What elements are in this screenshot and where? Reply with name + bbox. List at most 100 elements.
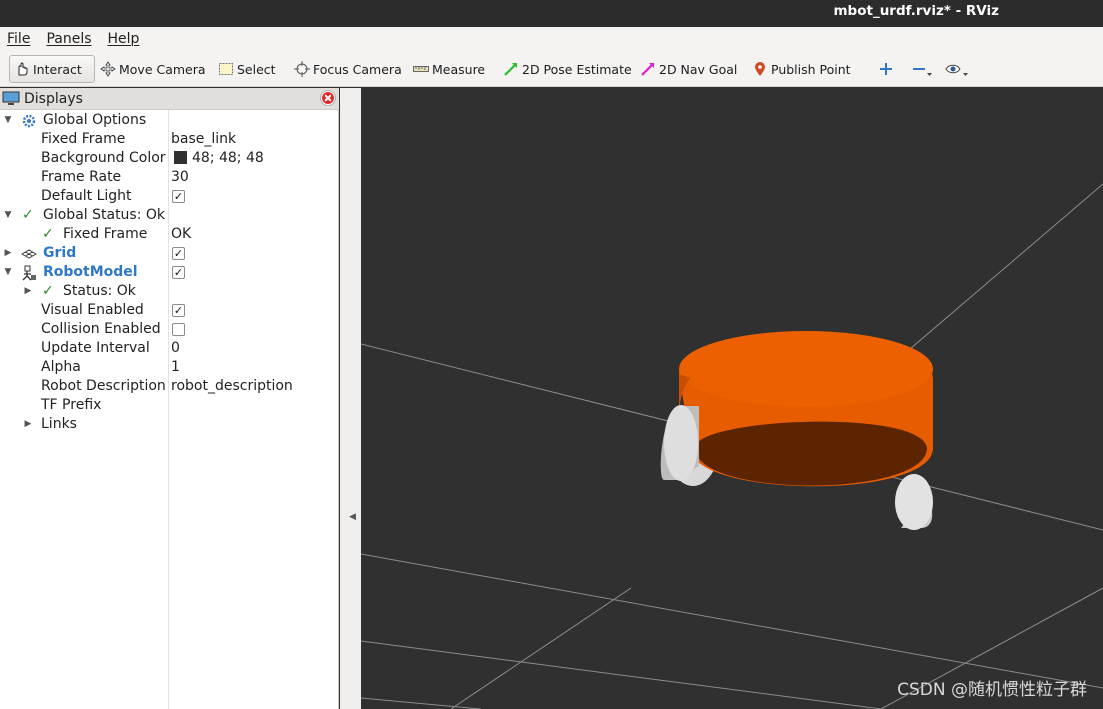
collision-enabled-label: Collision Enabled bbox=[41, 321, 161, 337]
frame-rate-value[interactable]: 30 bbox=[171, 168, 189, 187]
expand-arrow-icon[interactable]: ▼ bbox=[3, 111, 13, 130]
displays-title: Displays bbox=[24, 90, 83, 107]
alpha-row[interactable]: Alpha 1 bbox=[0, 358, 339, 377]
tf-prefix-label: TF Prefix bbox=[41, 397, 102, 413]
collision-enabled-row[interactable]: Collision Enabled bbox=[0, 320, 339, 339]
grid-display-row[interactable]: ▶ Grid ✓ bbox=[0, 244, 339, 263]
gear-icon bbox=[22, 114, 36, 128]
crosshair-icon bbox=[294, 61, 310, 77]
fixed-frame-row[interactable]: Fixed Frame base_link bbox=[0, 130, 339, 149]
collision-enabled-checkbox[interactable] bbox=[172, 323, 185, 336]
status-fixed-frame-label: Fixed Frame bbox=[63, 226, 148, 242]
robot-description-row[interactable]: Robot Description robot_description bbox=[0, 377, 339, 396]
global-status-row[interactable]: ▼ ✓ Global Status: Ok bbox=[0, 206, 339, 225]
alpha-value[interactable]: 1 bbox=[171, 358, 180, 377]
collapse-arrow-icon[interactable]: ◀ bbox=[349, 512, 356, 522]
robot-front-wheel bbox=[660, 405, 699, 481]
focus-camera-tool-button[interactable]: Focus Camera bbox=[290, 55, 406, 83]
menu-file[interactable]: File bbox=[7, 31, 30, 47]
eye-icon bbox=[945, 64, 968, 76]
background-color-row[interactable]: Background Color 48; 48; 48 bbox=[0, 149, 339, 168]
robot-model-label: RobotModel bbox=[43, 264, 138, 280]
select-tool-button[interactable]: Select bbox=[214, 55, 280, 83]
window-titlebar: mbot_urdf.rviz* - RViz bbox=[0, 0, 1103, 27]
green-arrow-icon bbox=[504, 63, 517, 76]
update-interval-label: Update Interval bbox=[41, 340, 150, 356]
robot-icon bbox=[22, 265, 36, 281]
status-fixed-frame-value: OK bbox=[171, 226, 192, 242]
displays-panel-header: Displays bbox=[0, 88, 339, 110]
collapsed-arrow-icon[interactable]: ▶ bbox=[23, 282, 33, 301]
default-light-label: Default Light bbox=[41, 188, 132, 204]
remove-tool-button[interactable] bbox=[907, 55, 937, 83]
global-options-row[interactable]: ▼ Global Options bbox=[0, 111, 339, 130]
global-status-label: Global Status: Ok bbox=[43, 207, 166, 223]
robot-description-value[interactable]: robot_description bbox=[171, 377, 293, 396]
links-label: Links bbox=[41, 416, 77, 432]
background-color-text: 48; 48; 48 bbox=[192, 150, 264, 166]
background-color-label: Background Color bbox=[41, 150, 166, 166]
hand-cursor-icon bbox=[18, 62, 28, 76]
global-options-label: Global Options bbox=[43, 112, 147, 128]
add-tool-button[interactable] bbox=[874, 55, 898, 83]
frame-rate-row[interactable]: Frame Rate 30 bbox=[0, 168, 339, 187]
ok-check-icon: ✓ bbox=[42, 283, 54, 299]
plus-icon bbox=[880, 63, 892, 75]
expand-arrow-icon[interactable]: ▼ bbox=[3, 263, 13, 282]
move-camera-tool-button[interactable]: Move Camera bbox=[96, 55, 210, 83]
publish-point-tool-button[interactable]: Publish Point bbox=[748, 55, 855, 83]
collapsed-arrow-icon[interactable]: ▶ bbox=[23, 415, 33, 434]
ok-check-icon: ✓ bbox=[42, 226, 54, 242]
panel-splitter[interactable]: ◀ bbox=[340, 88, 361, 709]
background-color-value[interactable]: 48; 48; 48 bbox=[174, 149, 264, 168]
interact-tool-button[interactable]: Interact bbox=[9, 55, 95, 83]
visual-enabled-label: Visual Enabled bbox=[41, 302, 144, 318]
links-row[interactable]: ▶ Links bbox=[0, 415, 339, 434]
color-swatch bbox=[174, 151, 187, 164]
view-options-button[interactable] bbox=[941, 55, 973, 83]
watermark-text: CSDN @随机惯性粒子群 bbox=[897, 680, 1087, 700]
update-interval-row[interactable]: Update Interval 0 bbox=[0, 339, 339, 358]
visual-enabled-row[interactable]: Visual Enabled ✓ bbox=[0, 301, 339, 320]
menu-bar: File Panels Help bbox=[0, 27, 1103, 51]
grid-label: Grid bbox=[43, 245, 77, 261]
collapsed-arrow-icon[interactable]: ▶ bbox=[3, 244, 13, 263]
measure-tool-button[interactable]: Measure bbox=[409, 55, 489, 83]
menu-panels[interactable]: Panels bbox=[46, 31, 91, 47]
fixed-frame-label: Fixed Frame bbox=[41, 131, 126, 147]
grid-checkbox[interactable]: ✓ bbox=[172, 247, 185, 260]
robot-base bbox=[679, 331, 933, 487]
status-fixed-frame-row[interactable]: ✓ Fixed Frame OK bbox=[0, 225, 339, 244]
expand-arrow-icon[interactable]: ▼ bbox=[3, 206, 13, 225]
update-interval-value[interactable]: 0 bbox=[171, 339, 180, 358]
nav-goal-tool-button[interactable]: 2D Nav Goal bbox=[636, 55, 741, 83]
ok-check-icon: ✓ bbox=[22, 207, 34, 223]
render-viewport[interactable]: CSDN @随机惯性粒子群 bbox=[361, 88, 1103, 709]
displays-panel: Displays ▼ Global Options Fixed Frame ba… bbox=[0, 88, 339, 709]
close-panel-icon[interactable] bbox=[321, 91, 335, 105]
robot-model-checkbox[interactable]: ✓ bbox=[172, 266, 185, 279]
fixed-frame-value[interactable]: base_link bbox=[171, 130, 236, 149]
ruler-icon bbox=[413, 66, 429, 72]
magenta-arrow-icon bbox=[641, 63, 654, 76]
tf-prefix-row[interactable]: TF Prefix bbox=[0, 396, 339, 415]
minus-icon bbox=[913, 68, 932, 76]
pose-estimate-tool-button[interactable]: 2D Pose Estimate bbox=[499, 55, 636, 83]
robot-description-label: Robot Description bbox=[41, 378, 166, 394]
robot-status-label: Status: Ok bbox=[63, 283, 136, 299]
selection-rectangle-icon bbox=[219, 63, 233, 75]
frame-rate-label: Frame Rate bbox=[41, 169, 122, 185]
tool-bar: Interact Move Camera Select Focus Camera… bbox=[0, 51, 1103, 87]
visual-enabled-checkbox[interactable]: ✓ bbox=[172, 304, 185, 317]
robot-status-row[interactable]: ▶ ✓ Status: Ok bbox=[0, 282, 339, 301]
menu-help[interactable]: Help bbox=[108, 31, 140, 47]
robot-model-row[interactable]: ▼ RobotModel ✓ bbox=[0, 263, 339, 282]
measure-label: Measure bbox=[432, 61, 486, 77]
focus-camera-label: Focus Camera bbox=[313, 61, 402, 77]
move-camera-label: Move Camera bbox=[119, 61, 206, 77]
default-light-row[interactable]: Default Light ✓ bbox=[0, 187, 339, 206]
alpha-label: Alpha bbox=[41, 359, 81, 375]
default-light-checkbox[interactable]: ✓ bbox=[172, 190, 185, 203]
select-label: Select bbox=[237, 61, 276, 77]
scene-3d[interactable] bbox=[361, 88, 1103, 709]
